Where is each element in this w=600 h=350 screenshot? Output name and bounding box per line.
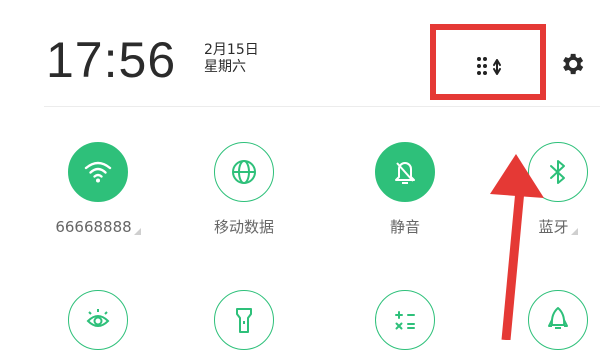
more-caret-icon xyxy=(570,228,578,235)
tile-label-wifi-text: 66668888 xyxy=(55,218,132,236)
tile-label-silent-text: 静音 xyxy=(389,218,420,236)
wifi-icon xyxy=(84,161,112,183)
calculator-icon xyxy=(395,311,415,330)
tile-label-bluetooth: 蓝牙 xyxy=(538,218,578,236)
tile-circle[interactable] xyxy=(528,290,588,350)
tile-mobile-data[interactable]: 移动数据 xyxy=(184,142,304,236)
tile-circle[interactable] xyxy=(214,290,274,350)
tile-circle[interactable] xyxy=(375,142,435,202)
date-block: 2月15日 星期六 xyxy=(204,42,259,76)
more-caret-icon xyxy=(133,228,141,235)
date-text: 2月15日 xyxy=(204,42,259,58)
tile-label-bluetooth-text: 蓝牙 xyxy=(538,218,569,236)
tile-eye-care[interactable] xyxy=(38,290,158,350)
globe-icon xyxy=(232,160,256,184)
tile-circle[interactable] xyxy=(68,142,128,202)
edit-tiles-button[interactable] xyxy=(430,24,546,100)
tile-wifi[interactable]: 66668888 xyxy=(38,142,158,236)
flashlight-icon xyxy=(236,308,252,333)
clock-time: 17:56 xyxy=(46,32,177,88)
tile-label-wifi: 66668888 xyxy=(55,218,141,236)
tile-bluetooth[interactable]: 蓝牙 xyxy=(498,142,600,236)
tile-circle[interactable] xyxy=(214,142,274,202)
tile-circle[interactable] xyxy=(68,290,128,350)
tile-label-mobile-data: 移动数据 xyxy=(214,218,274,236)
eye-care-icon xyxy=(86,309,110,327)
weekday-text: 星期六 xyxy=(204,59,246,75)
bell-off-icon xyxy=(395,162,415,184)
gear-icon xyxy=(563,53,584,75)
tile-silent[interactable]: 静音 xyxy=(345,142,465,236)
tile-circle[interactable] xyxy=(528,142,588,202)
tile-label-silent: 静音 xyxy=(390,218,420,236)
tile-circle[interactable] xyxy=(375,290,435,350)
rocket-icon xyxy=(548,307,568,329)
settings-button[interactable] xyxy=(558,50,586,78)
tile-calculator[interactable] xyxy=(345,290,465,350)
bluetooth-icon xyxy=(550,160,565,184)
tile-label-mobile-data-text: 移动数据 xyxy=(213,218,274,236)
tile-boost[interactable] xyxy=(498,290,600,350)
tile-flashlight[interactable] xyxy=(184,290,304,350)
header-divider xyxy=(44,106,600,107)
grid-sort-icon xyxy=(477,57,501,75)
